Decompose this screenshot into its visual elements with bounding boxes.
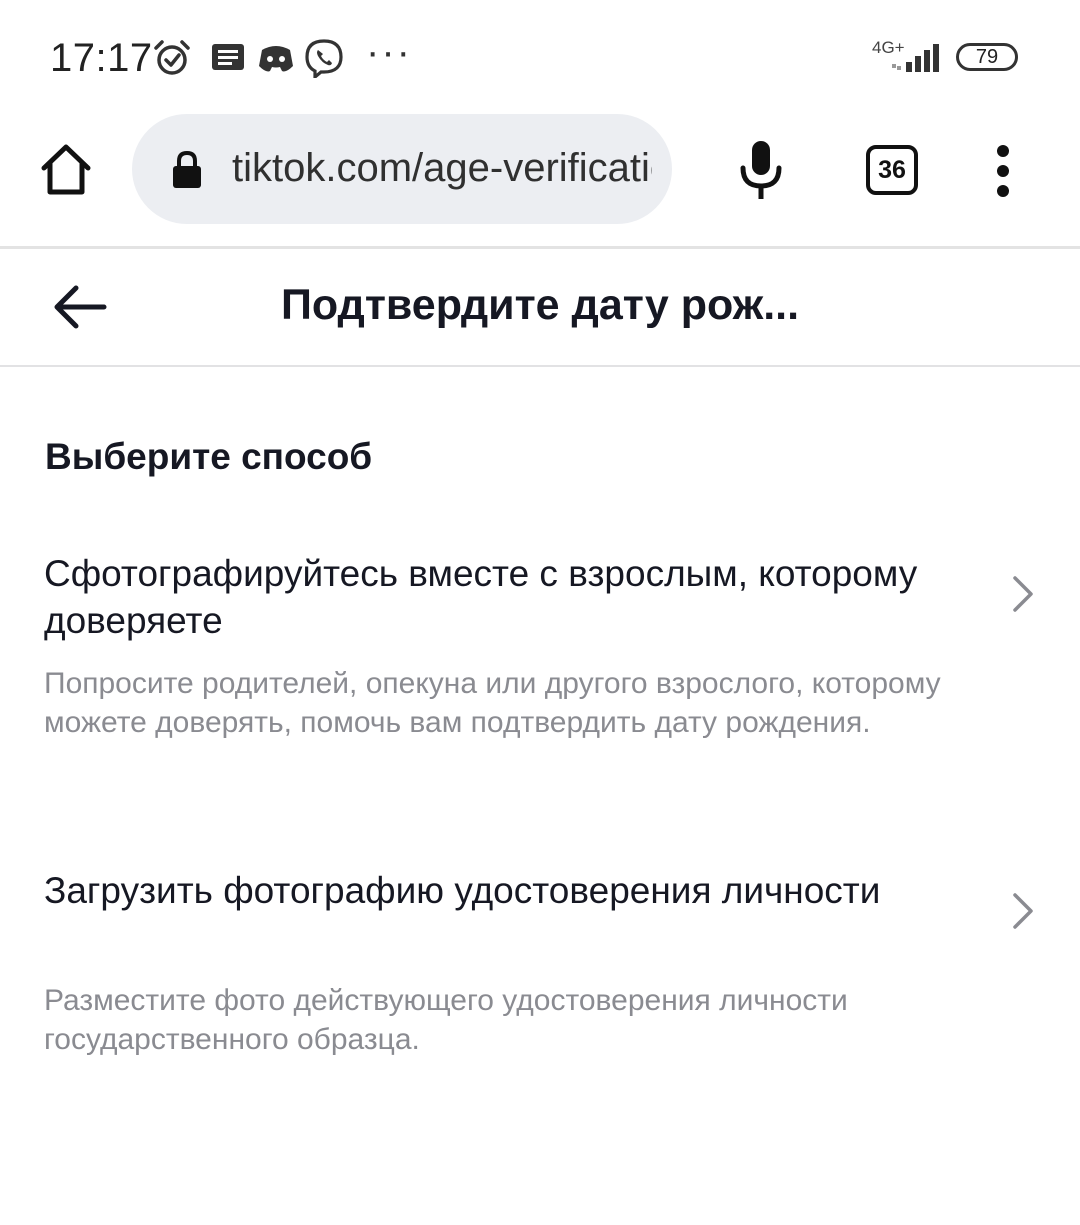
page-header: Подтвердите дату рож... [0,249,1080,365]
lock-icon [173,150,201,188]
option-title: Сфотографируйтесь вместе с взрослым, кот… [44,553,918,641]
home-icon[interactable] [36,140,96,200]
more-notifications-icon: ··· [366,30,412,74]
message-icon [212,44,244,70]
status-bar: 17:17 ··· 4G+ 79 [0,0,1080,110]
back-arrow-icon[interactable] [52,281,108,333]
address-bar[interactable]: tiktok.com/age-verification [132,114,672,224]
page-title: Подтвердите дату рож... [280,281,800,329]
overflow-menu-icon[interactable] [990,144,1016,198]
chevron-right-icon [1013,576,1033,612]
browser-toolbar: tiktok.com/age-verification 36 [0,110,1080,246]
option-description: Попросите родителей, опекуна или другого… [44,667,941,739]
option-description: Разместите фото действующего удостоверен… [44,984,848,1056]
option-title: Загрузить фотографию удостоверения лично… [44,870,881,911]
battery-icon: 79 [956,43,1018,71]
chevron-right-icon [1013,893,1033,929]
mic-icon[interactable] [738,138,784,202]
tabs-icon[interactable]: 36 [866,145,918,195]
status-time: 17:17 [50,36,153,80]
alarm-icon [154,40,190,75]
discord-icon [259,46,293,72]
url-text[interactable]: tiktok.com/age-verification [232,146,652,191]
viber-icon [305,39,343,78]
option-photo-with-adult[interactable]: Сфотографируйтесь вместе с взрослым, кот… [0,550,1080,790]
header-divider [0,365,1080,367]
section-title: Выберите способ [45,436,373,477]
option-upload-id[interactable]: Загрузить фотографию удостоверения лично… [0,867,1080,1067]
signal-icon [892,44,939,72]
